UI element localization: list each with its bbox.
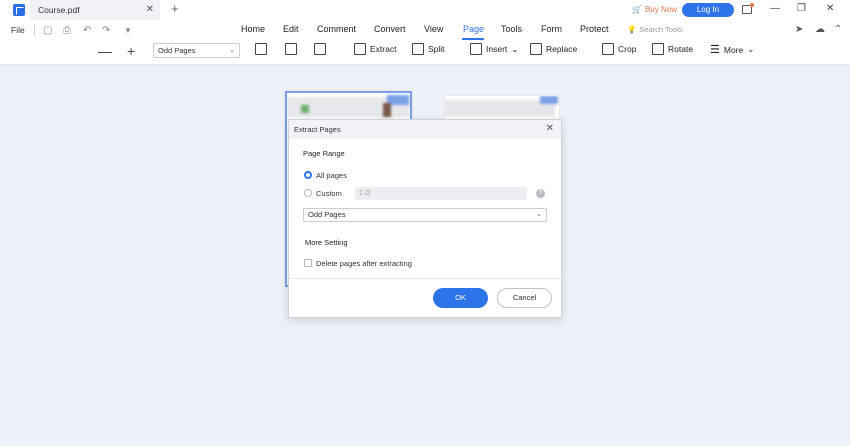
tab-edit[interactable]: Edit bbox=[283, 24, 299, 34]
tab-tools[interactable]: Tools bbox=[501, 24, 522, 34]
chevron-down-icon: ⌄ bbox=[536, 211, 542, 218]
page-range-heading: Page Range bbox=[303, 149, 345, 158]
tab-comment[interactable]: Comment bbox=[317, 24, 356, 34]
page-filter-select[interactable]: Odd Pages ⌄ bbox=[153, 43, 240, 58]
restore-icon[interactable]: ❐ bbox=[797, 3, 806, 14]
page-filter-value: Odd Pages bbox=[158, 46, 196, 55]
crop-button[interactable]: Crop bbox=[602, 43, 636, 55]
cloud-upload-icon[interactable]: ☁ bbox=[815, 24, 825, 35]
chevron-down-icon: ⌄ bbox=[511, 43, 519, 54]
delete-pages-checkbox[interactable] bbox=[304, 259, 312, 267]
ok-button[interactable]: OK bbox=[433, 288, 488, 308]
odd-even-select[interactable]: Odd Pages ⌄ bbox=[303, 208, 547, 222]
notification-icon[interactable] bbox=[742, 3, 754, 14]
chevron-down-icon: ⌄ bbox=[747, 44, 755, 54]
close-window-icon[interactable]: ✕ bbox=[826, 3, 834, 14]
more-button[interactable]: ☰ More ⌄ bbox=[710, 43, 754, 56]
buy-now-label: Buy Now bbox=[644, 5, 677, 14]
custom-range-input[interactable]: 1 /2 bbox=[355, 187, 527, 200]
more-lines-icon: ☰ bbox=[710, 44, 720, 56]
lightbulb-icon: 💡 bbox=[627, 25, 637, 34]
tab-form[interactable]: Form bbox=[541, 24, 562, 34]
extract-label: Extract bbox=[370, 44, 397, 54]
more-label: More bbox=[723, 44, 744, 55]
insert-button[interactable]: Insert ⌄ bbox=[470, 43, 518, 55]
document-tab-label: Course.pdf bbox=[38, 5, 80, 15]
dialog-title: Extract Pages bbox=[294, 125, 341, 134]
split-button[interactable]: Split bbox=[412, 43, 445, 55]
extract-pages-dialog: Extract Pages ✕ Page Range All pages Cus… bbox=[288, 119, 562, 318]
minimize-icon[interactable]: — bbox=[770, 3, 780, 14]
tab-convert[interactable]: Convert bbox=[374, 24, 406, 34]
delete-page-icon[interactable] bbox=[314, 43, 326, 55]
customize-dropdown-icon[interactable]: ▼ bbox=[124, 26, 132, 35]
divider bbox=[289, 278, 561, 279]
extract-button[interactable]: Extract bbox=[354, 43, 396, 55]
close-tab-icon[interactable]: ✕ bbox=[146, 4, 154, 15]
close-icon[interactable]: ✕ bbox=[546, 123, 554, 134]
print-icon[interactable]: ⎙ bbox=[63, 25, 71, 36]
search-tools-label: Search Tools bbox=[639, 25, 683, 34]
zoom-out-button[interactable]: — bbox=[98, 43, 112, 59]
more-setting-heading: More Setting bbox=[305, 238, 348, 247]
send-icon[interactable]: ➤ bbox=[795, 24, 803, 35]
divider bbox=[34, 25, 35, 35]
insert-icon bbox=[470, 43, 482, 55]
extract-icon bbox=[354, 43, 366, 55]
tab-page[interactable]: Page bbox=[463, 24, 484, 34]
odd-even-value: Odd Pages bbox=[308, 210, 346, 219]
undo-icon[interactable]: ↶ bbox=[83, 25, 91, 36]
cart-icon: 🛒 bbox=[632, 5, 642, 14]
dialog-header: Extract Pages ✕ bbox=[289, 120, 561, 139]
cancel-button[interactable]: Cancel bbox=[497, 288, 552, 308]
chevron-down-icon: ⌄ bbox=[229, 47, 235, 54]
save-icon[interactable]: ▢ bbox=[43, 25, 52, 36]
app-logo-icon bbox=[13, 4, 25, 16]
redo-icon[interactable]: ↷ bbox=[102, 25, 110, 36]
title-bar: Course.pdf ✕ + 🛒 Buy Now Log In — ❐ ✕ bbox=[0, 0, 850, 20]
split-icon bbox=[412, 43, 424, 55]
search-tools[interactable]: 💡 Search Tools bbox=[627, 25, 683, 34]
replace-button[interactable]: Replace bbox=[530, 43, 577, 55]
login-button[interactable]: Log In bbox=[682, 3, 734, 17]
rotate-label: Rotate bbox=[668, 44, 694, 54]
thumbnail-content bbox=[540, 96, 558, 104]
rotate-icon bbox=[652, 43, 664, 55]
expand-icon[interactable]: ⌃ bbox=[834, 24, 842, 35]
crop-icon bbox=[602, 43, 614, 55]
custom-radio[interactable] bbox=[304, 189, 312, 197]
buy-now-link[interactable]: 🛒 Buy Now bbox=[632, 5, 677, 14]
menu-bar: File ▢ ⎙ ↶ ↷ ▼ Home Edit Comment Convert… bbox=[0, 20, 850, 40]
new-tab-icon[interactable]: + bbox=[171, 1, 179, 16]
rotate-button[interactable]: Rotate bbox=[652, 43, 693, 55]
tab-protect[interactable]: Protect bbox=[580, 24, 609, 34]
zoom-in-button[interactable]: + bbox=[127, 43, 135, 59]
insert-label: Insert bbox=[486, 44, 508, 54]
all-pages-label[interactable]: All pages bbox=[316, 171, 347, 180]
page-layout-icon[interactable] bbox=[255, 43, 267, 55]
tab-view[interactable]: View bbox=[424, 24, 443, 34]
page-toolbar: — + Odd Pages ⌄ Extract Split Insert ⌄ R… bbox=[0, 40, 850, 65]
file-menu[interactable]: File bbox=[11, 25, 25, 35]
thumbnail-content bbox=[383, 103, 391, 117]
thumbnail-content bbox=[445, 100, 555, 116]
custom-label[interactable]: Custom bbox=[316, 189, 342, 198]
info-icon[interactable]: ! bbox=[536, 189, 545, 198]
tab-home[interactable]: Home bbox=[241, 24, 265, 34]
split-label: Split bbox=[428, 44, 445, 54]
crop-label: Crop bbox=[618, 44, 637, 54]
delete-pages-label[interactable]: Delete pages after extracting bbox=[316, 259, 412, 268]
thumbnail-content bbox=[301, 105, 309, 113]
replace-label: Replace bbox=[546, 44, 578, 54]
all-pages-radio[interactable] bbox=[304, 171, 312, 179]
document-tab[interactable]: Course.pdf ✕ bbox=[30, 0, 160, 20]
insert-page-icon[interactable] bbox=[285, 43, 297, 55]
replace-icon bbox=[530, 43, 542, 55]
